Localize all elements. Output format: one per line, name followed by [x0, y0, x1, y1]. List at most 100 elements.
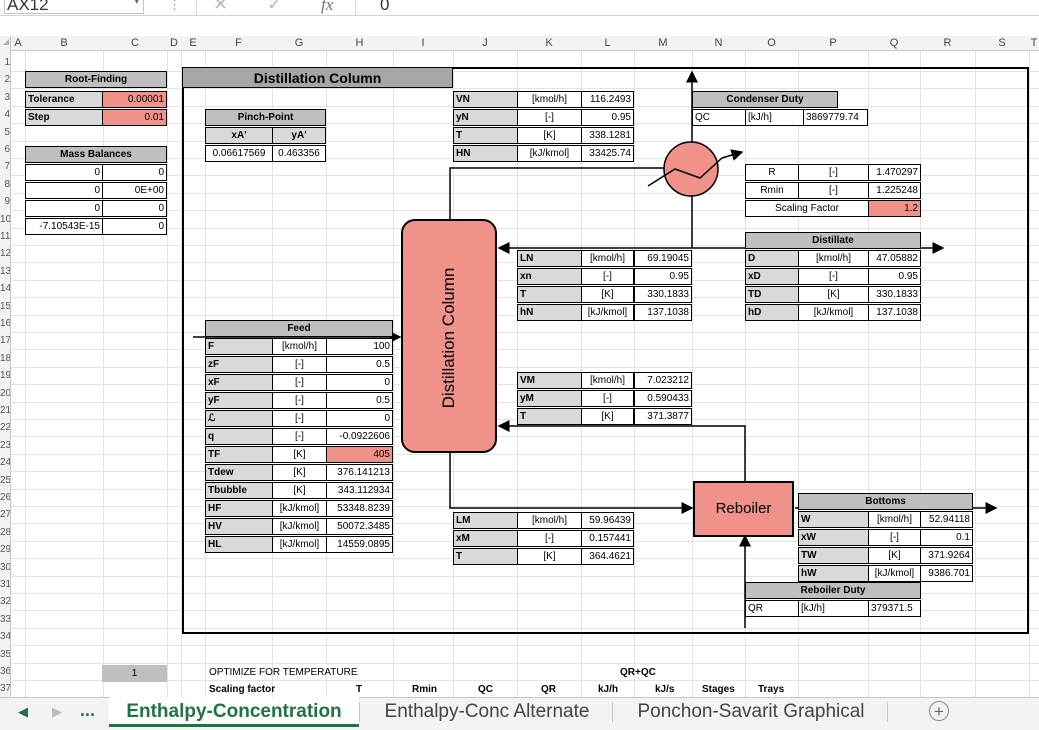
top-vapor-unit: [kJ/kmol] [517, 145, 582, 162]
bottom-liquid-unit: [-] [517, 530, 582, 547]
reflux-ratio-label: Scaling Factor [745, 200, 869, 217]
more-sheets-button[interactable]: ... [80, 700, 95, 721]
distillate-label: hD [745, 304, 799, 321]
bottoms-value[interactable]: 371.9264 [920, 547, 973, 564]
feed-label: q [205, 428, 273, 445]
feed-label: TF [205, 446, 273, 463]
reflux-ratio-value[interactable]: 1.225248 [868, 182, 921, 199]
row37-header: QR [541, 684, 556, 695]
feed-value[interactable]: 343.112934 [326, 482, 393, 499]
reboiler-duty-title: Reboiler Duty [745, 582, 921, 599]
boilup-unit: [kmol/h] [581, 372, 634, 389]
add-sheet-icon[interactable]: + [929, 701, 949, 721]
condenser-icon [647, 141, 744, 197]
row37-header: QC [478, 684, 493, 695]
distillate-unit: [-] [798, 268, 869, 285]
boilup-unit: [K] [581, 408, 634, 425]
feed-label: F [205, 338, 273, 355]
boilup-value[interactable]: 7.023212 [634, 372, 692, 389]
feed-unit: [kmol/h] [272, 338, 327, 355]
row37-header: kJ/h [598, 684, 619, 695]
feed-value[interactable]: -0.0922606 [326, 428, 393, 445]
reflux-liquid-unit: [-] [581, 268, 634, 285]
distillate-value[interactable]: 137.1038 [868, 304, 921, 321]
reflux-ratio-unit: [-] [798, 182, 869, 199]
top-vapor-value[interactable]: 116.2493 [581, 91, 634, 108]
feed-unit: [kJ/kmol] [272, 500, 327, 517]
top-vapor-label: HN [453, 145, 518, 162]
feed-value[interactable]: 0 [326, 410, 393, 427]
reboiler-duty-value[interactable]: 379371.5 [868, 600, 921, 617]
bottom-liquid-unit: [K] [517, 548, 582, 565]
top-vapor-value[interactable]: 0.95 [581, 109, 634, 126]
reflux-ratio-value[interactable]: 1.2 [868, 200, 921, 217]
bottom-liquid-value[interactable]: 364.4621 [581, 548, 634, 565]
feed-value[interactable]: 405 [326, 446, 393, 463]
vapor-line [449, 167, 666, 220]
tab-enthalpy-concentration[interactable]: Enthalpy-Concentration [109, 697, 359, 727]
next-sheet-icon[interactable]: ▶ [52, 704, 62, 720]
tab-enthalpy-conc-alternate[interactable]: Enthalpy-Conc Alternate [362, 697, 612, 727]
bottoms-label: xW [798, 529, 869, 546]
bottoms-value[interactable]: 9386.701 [920, 565, 973, 582]
tab-ponchon-savarit-graphical[interactable]: Ponchon-Savarit Graphical [615, 697, 887, 727]
boilup-label: yM [517, 390, 582, 407]
feed-label: HF [205, 500, 273, 517]
feed-label: ℒ [205, 410, 273, 427]
reflux-ratio-value[interactable]: 1.470297 [868, 164, 921, 181]
reflux-liquid-value[interactable]: 330.1833 [634, 286, 692, 303]
row37-header: Scaling factor [209, 684, 276, 695]
feed-value[interactable]: 100 [326, 338, 393, 355]
feed-value[interactable]: 53348.8239 [326, 500, 393, 517]
feed-value[interactable]: 50072.3485 [326, 518, 393, 535]
feed-unit: [-] [272, 374, 327, 391]
distillate-value[interactable]: 330.1833 [868, 286, 921, 303]
feed-unit: [K] [272, 446, 327, 463]
distillation-column: Distillation Column [401, 219, 497, 453]
cell-c36[interactable]: 1 [102, 665, 167, 682]
distillate-value[interactable]: 47.05882 [868, 250, 921, 267]
bottoms-unit: [-] [868, 529, 921, 546]
reflux-liquid-unit: [kmol/h] [581, 250, 634, 267]
feed-unit: [K] [272, 482, 327, 499]
reflux-liquid-value[interactable]: 137.1038 [634, 304, 692, 321]
top-vapor-value[interactable]: 33425.74 [581, 145, 634, 162]
distillation-column-label: Distillation Column [439, 267, 458, 409]
feed-unit: [-] [272, 428, 327, 445]
feed-label: zF [205, 356, 273, 373]
feed-value[interactable]: 376.141213 [326, 464, 393, 481]
boilup-arrow [497, 420, 746, 482]
feed-value[interactable]: 0.5 [326, 356, 393, 373]
reboiler-duty-unit: [kJ/h] [798, 600, 869, 617]
boilup-value[interactable]: 371.3877 [634, 408, 692, 425]
boilup-value[interactable]: 0.590433 [634, 390, 692, 407]
bottom-liquid-value[interactable]: 59.96439 [581, 512, 634, 529]
distillate-value[interactable]: 0.95 [868, 268, 921, 285]
feed-label: HV [205, 518, 273, 535]
reflux-liquid-label: hN [517, 304, 582, 321]
top-vapor-unit: [kmol/h] [517, 91, 582, 108]
prev-sheet-icon[interactable]: ◀ [18, 704, 28, 720]
feed-value[interactable]: 14559.0895 [326, 536, 393, 553]
reflux-liquid-value[interactable]: 69.19045 [634, 250, 692, 267]
reflux-liquid-value[interactable]: 0.95 [634, 268, 692, 285]
distillate-title: Distillate [745, 232, 921, 249]
reflux-ratio-label: R [745, 164, 799, 181]
boilup-label: VM [517, 372, 582, 389]
tab-divider [887, 702, 888, 722]
bottoms-label: TW [798, 547, 869, 564]
top-vapor-value[interactable]: 338.1281 [581, 127, 634, 144]
bottoms-value[interactable]: 0.1 [920, 529, 973, 546]
condenser-duty-value[interactable]: 3869779.74 [803, 109, 868, 126]
bottoms-label: hW [798, 565, 869, 582]
bottom-liquid-unit: [kmol/h] [517, 512, 582, 529]
reflux-liquid-label: T [517, 286, 582, 303]
bottoms-value[interactable]: 52.94118 [920, 511, 973, 528]
distillate-unit: [kJ/kmol] [798, 304, 869, 321]
feed-label: Tbubble [205, 482, 273, 499]
feed-label: HL [205, 536, 273, 553]
feed-unit: [-] [272, 410, 327, 427]
bottom-liquid-value[interactable]: 0.157441 [581, 530, 634, 547]
feed-value[interactable]: 0 [326, 374, 393, 391]
feed-value[interactable]: 0.5 [326, 392, 393, 409]
